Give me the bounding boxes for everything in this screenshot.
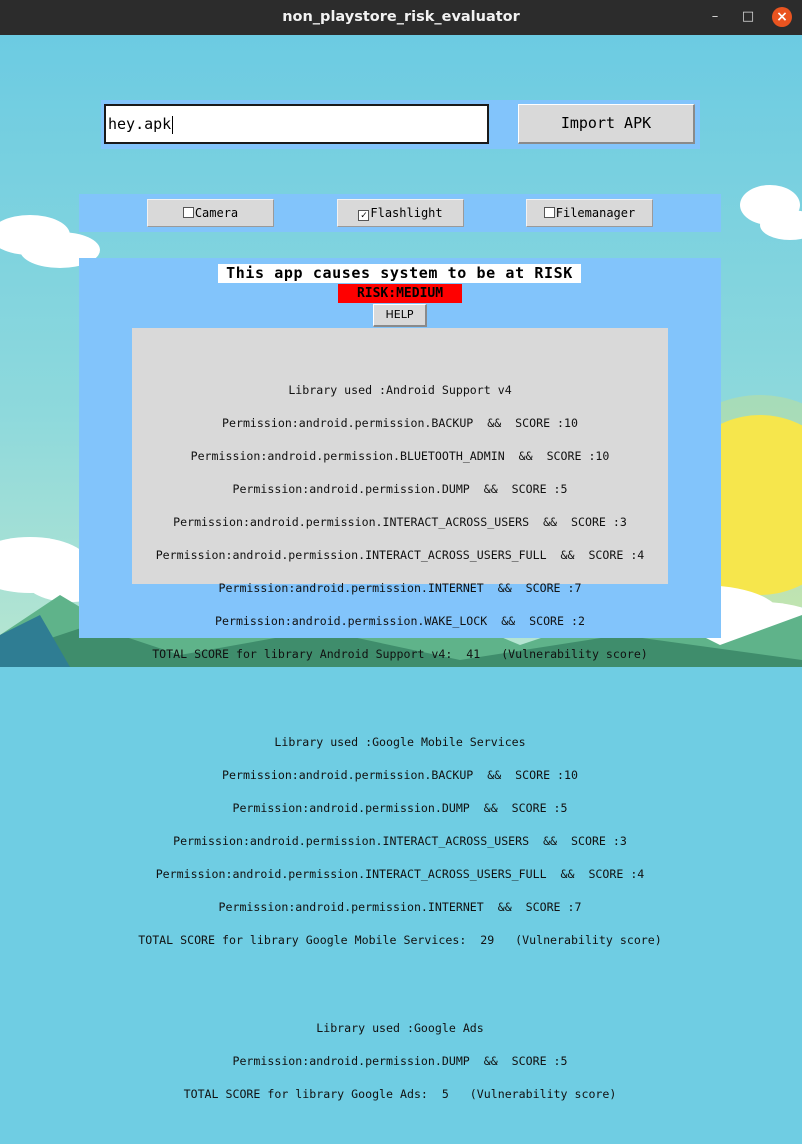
library-block: Library used :Android Support v4 Permiss… — [132, 363, 668, 682]
risk-level-badge: RISK:MEDIUM — [338, 284, 462, 303]
checkbox-label: Filemanager — [555, 206, 636, 220]
library-report: Library used :Android Support v4 Permiss… — [132, 328, 668, 1100]
library-header: Library used :Google Ads — [316, 1021, 484, 1035]
window-title: non_playstore_risk_evaluator — [282, 9, 520, 25]
checkbox-label: Flashlight — [370, 206, 443, 220]
permission-line: Permission:android.permission.INTERNET &… — [218, 900, 582, 914]
import-apk-button[interactable]: Import APK — [518, 104, 695, 144]
filemanager-checkbox[interactable]: Filemanager — [526, 199, 653, 227]
library-header: Library used :Android Support v4 — [288, 383, 512, 397]
flashlight-checkbox[interactable]: ✓ Flashlight — [337, 199, 464, 227]
library-block: Library used :Google Mobile Services Per… — [132, 715, 668, 968]
permission-line: Permission:android.permission.INTERACT_A… — [155, 548, 645, 562]
apk-file-value: hey.apk — [108, 115, 172, 133]
library-block: Library used :Google Ads Permission:andr… — [132, 1001, 668, 1122]
permission-line: Permission:android.permission.BACKUP && … — [222, 768, 578, 782]
permission-line: Permission:android.permission.INTERACT_A… — [155, 867, 645, 881]
checkbox-box[interactable] — [182, 207, 194, 218]
permission-line: Permission:android.permission.INTERACT_A… — [173, 515, 627, 529]
permission-line: Permission:android.permission.BLUETOOTH_… — [190, 449, 610, 463]
library-total-score: TOTAL SCORE for library Google Mobile Se… — [138, 933, 662, 947]
close-icon[interactable]: × — [772, 7, 792, 27]
apk-file-input[interactable]: hey.apk — [104, 104, 489, 144]
permission-line: Permission:android.permission.DUMP && SC… — [232, 482, 568, 496]
library-header: Library used :Google Mobile Services — [274, 735, 526, 749]
camera-checkbox[interactable]: Camera — [147, 199, 274, 227]
minimize-icon[interactable]: – — [705, 7, 725, 27]
checkbox-box[interactable] — [543, 207, 555, 218]
permission-line: Permission:android.permission.DUMP && SC… — [232, 801, 568, 815]
library-total-score: TOTAL SCORE for library Android Support … — [152, 647, 648, 661]
permission-line: Permission:android.permission.WAKE_LOCK … — [215, 614, 585, 628]
text-caret — [172, 115, 174, 134]
library-total-score: TOTAL SCORE for library Google Ads: 5 (V… — [183, 1087, 617, 1101]
permission-line: Permission:android.permission.INTERACT_A… — [173, 834, 627, 848]
permission-line: Permission:android.permission.INTERNET &… — [218, 581, 582, 595]
risk-headline: This app causes system to be at RISK — [218, 264, 581, 283]
help-button[interactable]: HELP — [373, 304, 427, 327]
checkbox-label: Camera — [194, 206, 239, 220]
permission-line: Permission:android.permission.BACKUP && … — [222, 416, 578, 430]
maximize-icon[interactable]: □ — [738, 7, 758, 27]
checkbox-box[interactable]: ✓ — [358, 210, 370, 221]
title-bar: non_playstore_risk_evaluator – □ × — [0, 0, 802, 35]
permission-line: Permission:android.permission.DUMP && SC… — [232, 1054, 568, 1068]
